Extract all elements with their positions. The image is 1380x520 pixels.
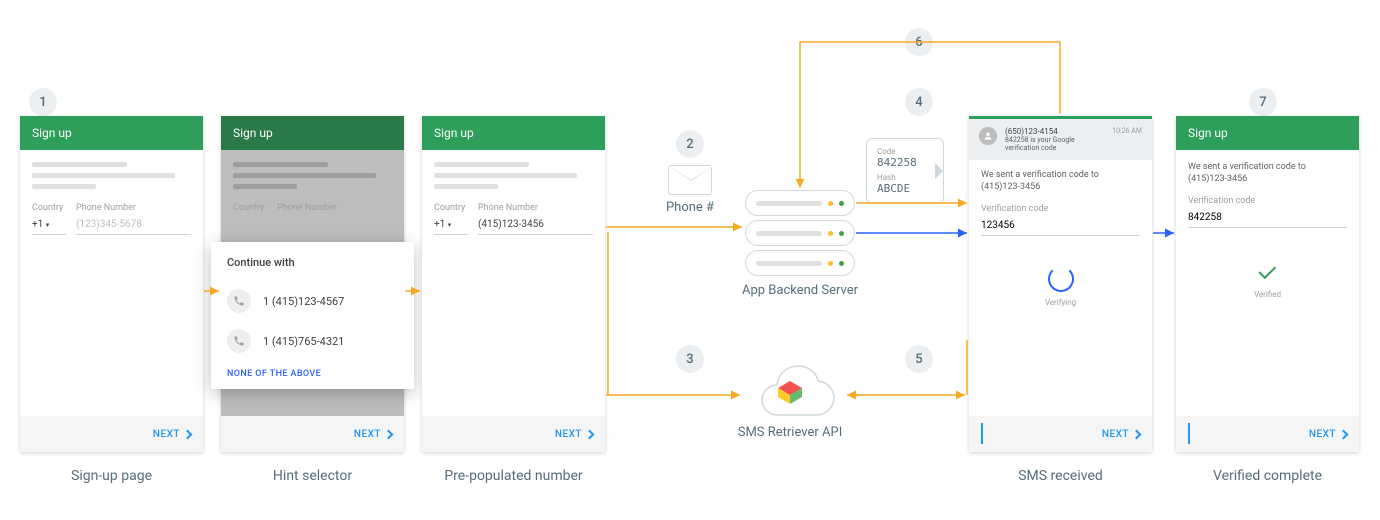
phone-sms-received: (650)123-4154 842258 is your Google veri…	[969, 116, 1152, 452]
server-rack	[745, 190, 855, 216]
phone-icon	[227, 289, 251, 313]
hint-title: Continue with	[227, 256, 398, 269]
retriever-label: SMS Retriever API	[720, 425, 860, 440]
country-select[interactable]: +1 ▾	[434, 215, 468, 235]
app-header: Sign up	[20, 116, 203, 150]
server-rack	[745, 250, 855, 276]
phone-hint: Sign up Country Phone Number Continue wi…	[221, 116, 404, 452]
step-badge-1: 1	[29, 88, 57, 116]
phone-hash-label: Phone #	[648, 200, 732, 215]
phone-input[interactable]: (123)345-5678	[76, 215, 191, 235]
chevron-left-icon	[981, 423, 983, 444]
next-button[interactable]: NEXT	[1102, 429, 1140, 440]
backend-label: App Backend Server	[728, 283, 872, 298]
step-badge-2: 2	[676, 130, 704, 158]
code-input[interactable]: 842258	[1188, 208, 1347, 228]
next-button[interactable]: NEXT	[555, 429, 593, 440]
next-button[interactable]: NEXT	[153, 429, 191, 440]
phone-prepop: Sign up Country +1 ▾ Phone Number (415)1…	[422, 116, 605, 452]
caption-sms: SMS received	[969, 468, 1152, 484]
next-button[interactable]: NEXT	[1309, 429, 1347, 440]
hint-sheet: Continue with 1 (415)123-4567 1 (415)765…	[211, 242, 414, 389]
sms-notification[interactable]: (650)123-4154 842258 is your Google veri…	[969, 119, 1152, 160]
phone-verified: Sign up We sent a verification code to (…	[1176, 116, 1359, 452]
next-button[interactable]: NEXT	[354, 429, 392, 440]
footer: NEXT	[20, 416, 203, 452]
server-rack	[745, 220, 855, 246]
phone-icon	[227, 329, 251, 353]
back-button[interactable]	[981, 425, 983, 444]
caption-prepop: Pre-populated number	[422, 468, 605, 484]
country-select[interactable]: +1 ▾	[32, 215, 66, 235]
step-badge-4: 4	[905, 88, 933, 116]
none-of-above-link[interactable]: NONE OF THE ABOVE	[227, 369, 398, 379]
chevron-right-icon	[1339, 429, 1349, 439]
step-badge-3: 3	[676, 345, 704, 373]
step-badge-5: 5	[905, 345, 933, 373]
chevron-right-icon	[1132, 429, 1142, 439]
caption-hint: Hint selector	[221, 468, 404, 484]
phone-input[interactable]: (415)123-3456	[478, 215, 593, 235]
back-button[interactable]	[1188, 425, 1190, 444]
chevron-right-icon	[183, 429, 193, 439]
avatar-icon	[979, 127, 997, 145]
chevron-right-icon	[585, 429, 595, 439]
country-label: Country	[32, 203, 66, 213]
sms-code-bubble: Code 842258 Hash ABCDE	[866, 138, 944, 204]
check-icon	[1255, 258, 1281, 284]
envelope-icon	[668, 165, 712, 195]
caption-signup: Sign-up page	[20, 468, 203, 484]
hint-option-1[interactable]: 1 (415)123-4567	[227, 281, 398, 321]
spinner-icon	[1048, 266, 1074, 292]
phone-signup: Sign up Country +1 ▾ Phone Number (123)3…	[20, 116, 203, 452]
chevron-right-icon	[384, 429, 394, 439]
step-badge-6: 6	[905, 28, 933, 56]
app-header: Sign up	[221, 116, 404, 150]
caption-verified: Verified complete	[1176, 468, 1359, 484]
hint-option-2[interactable]: 1 (415)765-4321	[227, 321, 398, 361]
flow-arrows	[0, 0, 1380, 520]
phone-label: Phone Number	[76, 203, 191, 213]
cloud-icon	[744, 365, 836, 421]
code-input[interactable]: 123456	[981, 216, 1140, 236]
chevron-left-icon	[1188, 423, 1190, 444]
step-badge-7: 7	[1249, 88, 1277, 116]
